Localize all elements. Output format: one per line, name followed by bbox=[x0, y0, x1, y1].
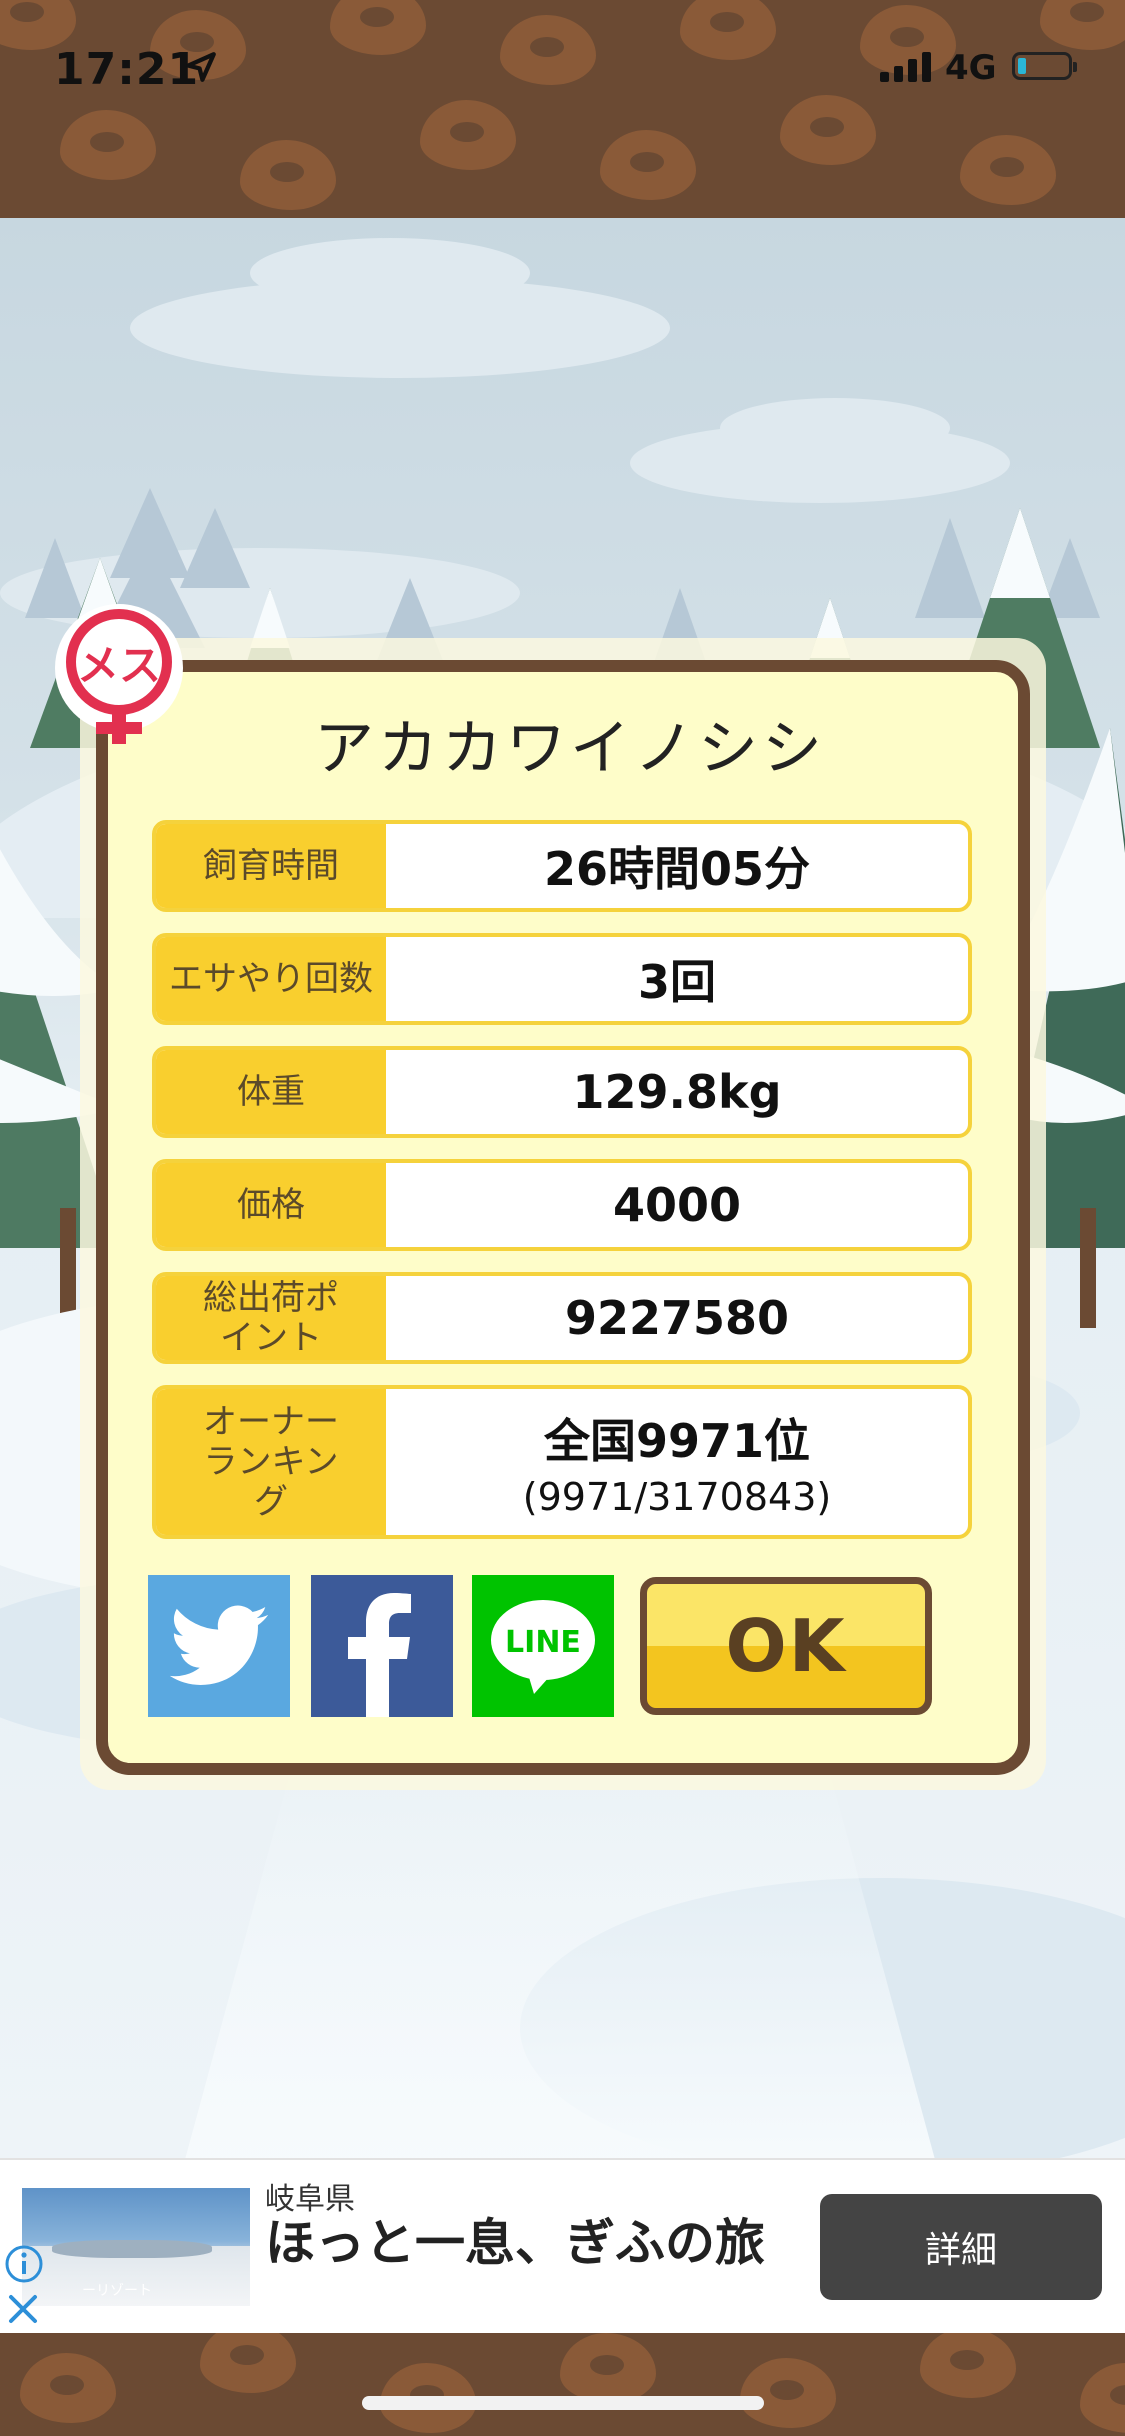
ad-banner[interactable]: ーリゾート 岐阜県 ほっと一息、ぎふの旅 詳細 bbox=[0, 2158, 1125, 2335]
stat-label: 体重 bbox=[156, 1050, 386, 1134]
line-share-button[interactable]: LINE bbox=[472, 1575, 614, 1717]
ad-image-caption: ーリゾート bbox=[82, 2283, 152, 2299]
stat-value: 4000 bbox=[612, 1178, 742, 1232]
snow-path bbox=[180, 1758, 940, 2158]
bottom-pattern-bar bbox=[0, 2333, 1125, 2436]
twitter-share-button[interactable] bbox=[148, 1575, 290, 1717]
ranking-value-group: 全国9971位 (9971/3170843) bbox=[386, 1389, 968, 1535]
location-arrow-icon bbox=[186, 52, 216, 82]
close-icon[interactable] bbox=[6, 2292, 40, 2326]
top-pattern-bar bbox=[0, 0, 1125, 218]
stat-value: 全国9971位 bbox=[543, 1414, 811, 1468]
pig-name: アカカワイノシシ bbox=[314, 714, 826, 784]
stat-row-shipping-points: 総出荷ポイント 9227580 bbox=[152, 1272, 972, 1364]
stat-label: オーナーランキング bbox=[156, 1389, 386, 1535]
home-indicator[interactable] bbox=[362, 2396, 764, 2410]
ad-headline[interactable]: ほっと一息、ぎふの旅 bbox=[265, 2214, 765, 2272]
line-label: LINE bbox=[505, 1625, 581, 1660]
ad-region: 岐阜県 bbox=[265, 2182, 355, 2217]
info-icon[interactable] bbox=[4, 2244, 44, 2284]
stat-row-feed-count: エサやり回数 3回 bbox=[152, 933, 972, 1025]
stat-value: 3回 bbox=[637, 955, 716, 1009]
ok-button[interactable]: OK bbox=[640, 1577, 932, 1715]
ad-details-button[interactable]: 詳細 bbox=[820, 2194, 1102, 2300]
stat-label: 飼育時間 bbox=[156, 824, 386, 908]
stat-row-price: 価格 4000 bbox=[152, 1159, 972, 1251]
stat-row-weight: 体重 129.8kg bbox=[152, 1046, 972, 1138]
stat-value: 129.8kg bbox=[572, 1065, 782, 1119]
network-type: 4G bbox=[945, 48, 997, 88]
facebook-share-button[interactable] bbox=[311, 1575, 453, 1717]
stat-value: 9227580 bbox=[564, 1291, 790, 1345]
stat-row-breeding-time: 飼育時間 26時間05分 bbox=[152, 820, 972, 912]
ad-image[interactable]: ーリゾート bbox=[22, 2188, 250, 2306]
female-badge-icon: メス bbox=[55, 604, 183, 744]
stat-label: 総出荷ポイント bbox=[156, 1276, 386, 1360]
stat-value: 26時間05分 bbox=[543, 842, 811, 896]
ranking-detail: (9971/3170843) bbox=[522, 1475, 832, 1519]
stat-row-owner-ranking: オーナーランキング 全国9971位 (9971/3170843) bbox=[152, 1385, 972, 1539]
status-time: 17:21 bbox=[54, 44, 200, 95]
facebook-icon bbox=[348, 1593, 411, 1717]
gender-badge-text: メス bbox=[77, 641, 161, 690]
line-icon: LINE bbox=[491, 1600, 595, 1694]
cellular-signal-icon bbox=[880, 52, 931, 82]
twitter-icon bbox=[169, 1605, 269, 1685]
stat-label: 価格 bbox=[156, 1163, 386, 1247]
stat-label: エサやり回数 bbox=[156, 937, 386, 1021]
battery-icon bbox=[1012, 52, 1077, 80]
